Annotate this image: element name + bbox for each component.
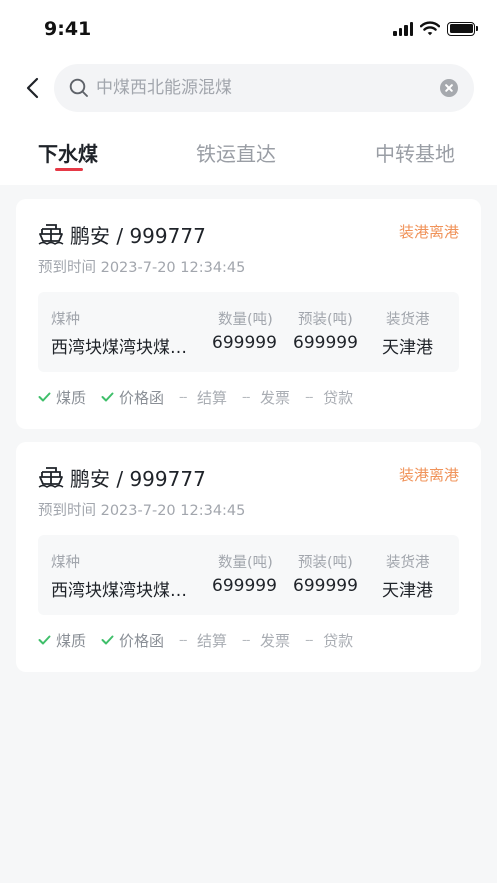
tab-xiashuimei[interactable]: 下水煤: [38, 138, 98, 167]
info-header: 预装(吨): [298, 555, 353, 571]
top-header: 9:41 下水煤 铁运直达 中转基地: [0, 0, 497, 185]
step-label: 价格函: [119, 631, 165, 650]
info-value: 699999: [293, 333, 358, 353]
active-tab-indicator: [55, 168, 83, 171]
info-value: 699999: [293, 576, 358, 596]
step-label: 贷款: [323, 388, 354, 407]
eta-text: 预到时间 2023-7-20 12:34:45: [38, 503, 246, 519]
step-label: 结算: [197, 631, 228, 650]
step-label: 结算: [197, 388, 228, 407]
wifi-icon: [420, 21, 440, 36]
info-value: 699999: [212, 576, 277, 596]
progress-steps: 煤质 价格函 -- 结算 -- 发票 -- 贷款: [38, 630, 353, 650]
info-header: 装货港: [386, 312, 430, 328]
progress-step: 煤质: [38, 630, 86, 650]
back-arrow-icon[interactable]: [22, 76, 44, 100]
progress-step: -- 贷款: [305, 387, 353, 407]
cargo-info: 煤种 数量(吨) 预装(吨) 装货港西湾块煤湾块煤块煤 699999 699999 天津港: [38, 292, 459, 372]
progress-step: 煤质: [38, 387, 86, 407]
info-value: 西湾块煤湾块煤块煤: [51, 338, 201, 358]
search-row: [0, 62, 497, 114]
check-icon: [101, 388, 114, 406]
step-label: 煤质: [56, 631, 87, 650]
status-icons: [393, 21, 478, 36]
check-icon: [38, 631, 51, 649]
info-header: 装货港: [386, 555, 430, 571]
info-value: 天津港: [382, 581, 433, 601]
step-label: 贷款: [323, 631, 354, 650]
step-label: 煤质: [56, 388, 87, 407]
ship-icon: [38, 464, 64, 492]
shipment-card[interactable]: 鹏安 / 999777 装港离港预到时间 2023-7-20 12:34:45 煤种…: [16, 442, 481, 672]
search-input[interactable]: [96, 64, 426, 112]
clear-search-icon[interactable]: [440, 79, 458, 97]
pending-dash-icon: --: [179, 632, 187, 648]
progress-step: -- 结算: [179, 387, 227, 407]
check-icon: [38, 388, 51, 406]
status-badge: 装港离港: [398, 466, 459, 484]
battery-icon: [447, 21, 478, 36]
shipment-card[interactable]: 鹏安 / 999777 装港离港预到时间 2023-7-20 12:34:45 煤种…: [16, 199, 481, 429]
cargo-info: 煤种 数量(吨) 预装(吨) 装货港西湾块煤湾块煤块煤 699999 699999 天津港: [38, 535, 459, 615]
progress-steps: 煤质 价格函 -- 结算 -- 发票 -- 贷款: [38, 387, 353, 407]
tab-tieyunzhida[interactable]: 铁运直达: [196, 138, 276, 167]
progress-step: -- 发票: [242, 630, 290, 650]
pending-dash-icon: --: [179, 389, 187, 405]
status-bar: 9:41: [0, 0, 497, 60]
search-icon: [69, 78, 88, 97]
vessel-title: 鹏安 / 999777: [70, 224, 206, 248]
eta-text: 预到时间 2023-7-20 12:34:45: [38, 260, 246, 276]
pending-dash-icon: --: [305, 632, 313, 648]
progress-step: -- 结算: [179, 630, 227, 650]
pending-dash-icon: --: [242, 389, 250, 405]
info-header: 煤种: [51, 312, 80, 328]
status-badge: 装港离港: [398, 223, 459, 241]
info-value: 699999: [212, 333, 277, 353]
tab-zhongzhuanjidi[interactable]: 中转基地: [375, 138, 455, 167]
step-label: 发票: [260, 388, 291, 407]
tab-bar: 下水煤 铁运直达 中转基地: [0, 128, 497, 178]
info-header: 预装(吨): [298, 312, 353, 328]
progress-step: -- 贷款: [305, 630, 353, 650]
progress-step: 价格函: [101, 630, 164, 650]
info-header: 煤种: [51, 555, 80, 571]
info-value: 天津港: [382, 338, 433, 358]
search-box: [54, 64, 474, 112]
cellular-signal-icon: [393, 21, 413, 36]
pending-dash-icon: --: [242, 632, 250, 648]
info-header: 数量(吨): [218, 312, 273, 328]
progress-step: 价格函: [101, 387, 164, 407]
info-value: 西湾块煤湾块煤块煤: [51, 581, 201, 601]
status-time: 9:41: [44, 18, 92, 40]
progress-step: -- 发票: [242, 387, 290, 407]
vessel-title: 鹏安 / 999777: [70, 467, 206, 491]
ship-icon: [38, 221, 64, 249]
check-icon: [101, 631, 114, 649]
step-label: 发票: [260, 631, 291, 650]
step-label: 价格函: [119, 388, 165, 407]
info-header: 数量(吨): [218, 555, 273, 571]
pending-dash-icon: --: [305, 389, 313, 405]
